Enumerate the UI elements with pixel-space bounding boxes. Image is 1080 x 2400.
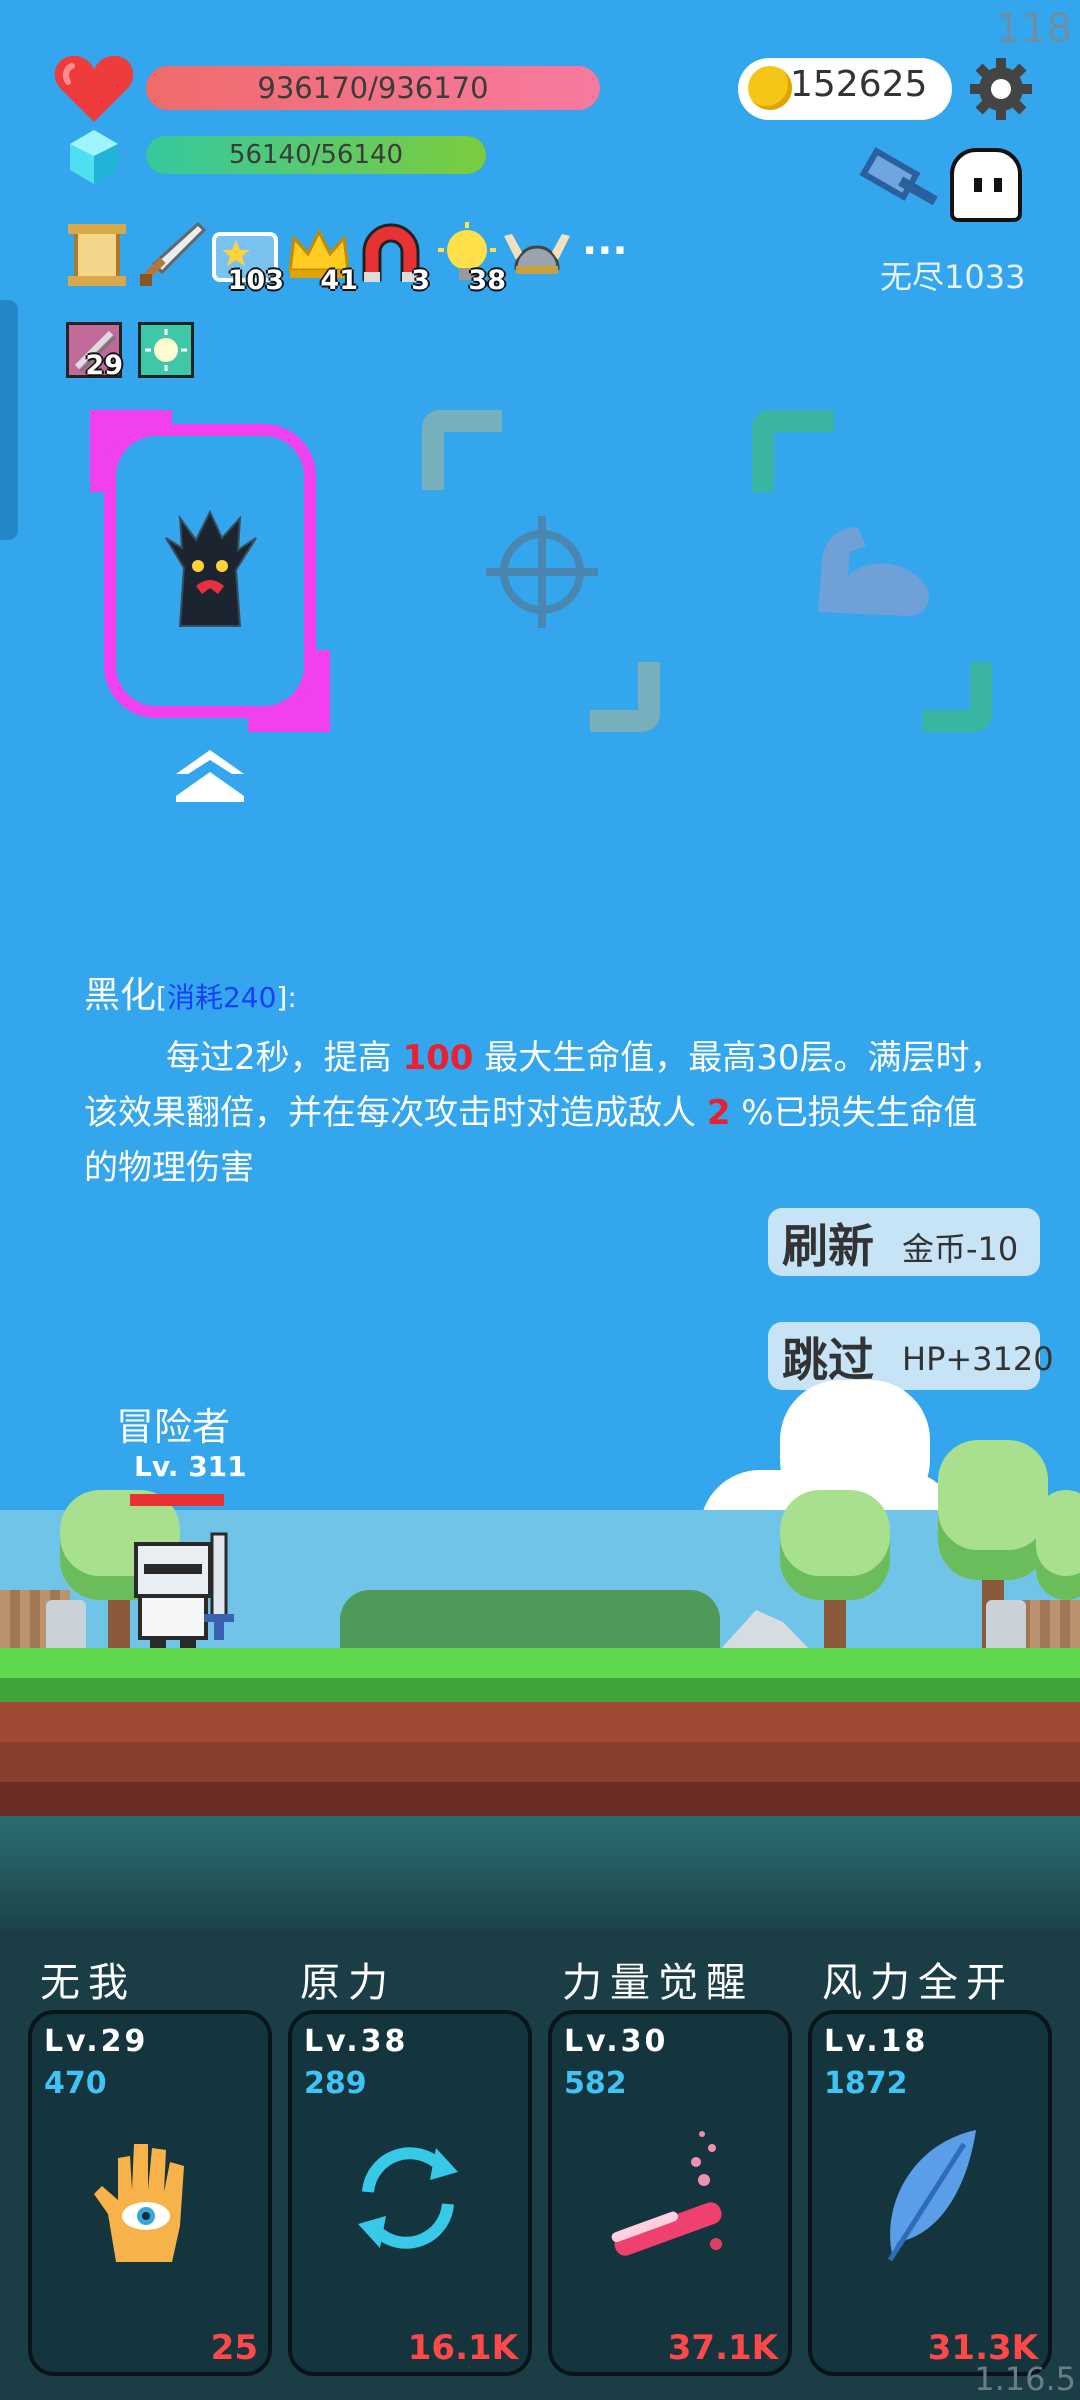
player-name: 冒险者 bbox=[116, 1405, 231, 1449]
feather-icon bbox=[872, 2124, 982, 2264]
ground-grass bbox=[0, 1648, 1080, 1702]
ground-dirt bbox=[0, 1702, 1080, 1820]
more-icon[interactable]: ··· bbox=[582, 228, 628, 274]
mp-bar: 56140/56140 bbox=[146, 136, 486, 174]
skill-card-wuwo[interactable]: Lv.29 470 25 bbox=[28, 2010, 272, 2376]
mp-text: 56140/56140 bbox=[228, 140, 404, 170]
refresh-cycle-icon bbox=[348, 2136, 468, 2260]
card-title-line: 黑化[消耗240]: bbox=[84, 968, 1004, 1025]
heart-icon bbox=[54, 52, 134, 124]
skill-card-fengli[interactable]: Lv.18 1872 31.3K bbox=[808, 2010, 1052, 2376]
gravestone bbox=[46, 1600, 86, 1650]
magnet-icon[interactable]: 3 bbox=[356, 220, 430, 296]
card-cost-close: ]: bbox=[276, 981, 297, 1014]
hp-bar: 936170/936170 bbox=[146, 66, 600, 110]
card-description: 黑化[消耗240]: 每过2秒，提高 100 最大生命值，最高30层。满层时，该… bbox=[84, 968, 1004, 1196]
skill-card-yuanli[interactable]: Lv.38 289 16.1K bbox=[288, 2010, 532, 2376]
hand-eye-icon bbox=[90, 2134, 200, 2264]
endless-stage-label: 无尽1033 bbox=[880, 258, 1026, 296]
scroll-icon[interactable] bbox=[62, 220, 132, 290]
skill-title: 风力全开 bbox=[822, 1960, 1014, 2006]
background-bushes bbox=[340, 1590, 720, 1650]
gravestone bbox=[986, 1600, 1026, 1650]
pickaxe-icon[interactable]: 29 bbox=[66, 322, 123, 381]
card-option-empty[interactable] bbox=[420, 410, 660, 732]
hammer-icon[interactable] bbox=[858, 146, 942, 220]
refresh-button[interactable]: 刷新 金币-10 bbox=[768, 1208, 1040, 1276]
version-label: 1.16.5 bbox=[974, 2360, 1076, 2398]
card-name: 黑化 bbox=[84, 975, 157, 1016]
skill-title: 原力 bbox=[300, 1960, 396, 2006]
flexed-arm-icon bbox=[808, 516, 938, 626]
hp-text: 936170/936170 bbox=[257, 71, 489, 105]
player-level: Lv. 311 bbox=[134, 1450, 247, 1483]
viking-helmet-icon[interactable] bbox=[502, 220, 572, 290]
coin-icon bbox=[748, 66, 792, 110]
glow-icon[interactable] bbox=[138, 322, 194, 378]
lightbulb-icon[interactable]: 38 bbox=[432, 220, 506, 296]
card-effect-text: 每过2秒，提高 100 最大生命值，最高30层。满层时，该效果翻倍，并在每次攻击… bbox=[84, 1038, 1004, 1188]
skill-card-liliang[interactable]: Lv.30 582 37.1K bbox=[548, 2010, 792, 2376]
underground-water bbox=[0, 1816, 1080, 1936]
skill-title: 力量觉醒 bbox=[562, 1960, 754, 2006]
sword-icon[interactable] bbox=[136, 220, 207, 290]
dark-tree-monster-icon bbox=[160, 508, 260, 628]
tree bbox=[780, 1490, 890, 1650]
card-option-strength[interactable] bbox=[752, 410, 992, 732]
crystal-icon bbox=[68, 128, 120, 186]
crown-icon[interactable]: 41 bbox=[284, 220, 358, 296]
ghost-icon[interactable] bbox=[950, 148, 1022, 222]
star-card-icon[interactable]: 103 bbox=[210, 220, 284, 296]
gear-icon[interactable] bbox=[968, 56, 1034, 122]
card-cost-open: [ bbox=[156, 981, 167, 1014]
player-hp-bar bbox=[130, 1494, 224, 1506]
fps-counter: 118 bbox=[995, 6, 1072, 52]
skill-title: 无我 bbox=[40, 1960, 136, 2006]
test-tube-icon bbox=[604, 2124, 734, 2264]
side-drawer-handle[interactable] bbox=[0, 300, 18, 540]
card-cost: 消耗240 bbox=[166, 981, 277, 1014]
knight-sprite bbox=[130, 1530, 240, 1650]
selected-up-arrow-icon bbox=[174, 748, 246, 804]
coin-amount: 152625 bbox=[790, 64, 928, 105]
crosshair-icon bbox=[486, 516, 598, 628]
card-option-selected[interactable] bbox=[90, 410, 330, 732]
